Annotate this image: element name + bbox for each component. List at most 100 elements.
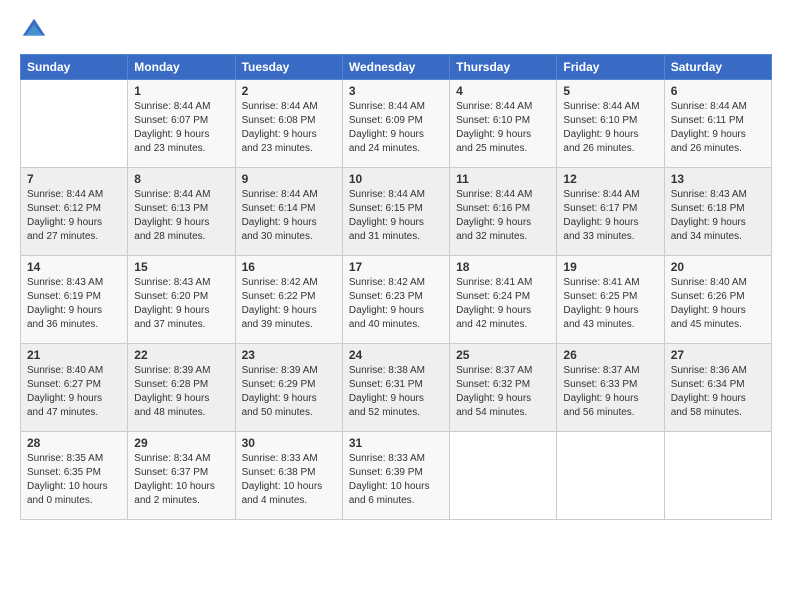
weekday-header-friday: Friday bbox=[557, 55, 664, 80]
weekday-row: SundayMondayTuesdayWednesdayThursdayFrid… bbox=[21, 55, 772, 80]
calendar-table: SundayMondayTuesdayWednesdayThursdayFrid… bbox=[20, 54, 772, 520]
calendar-cell: 31 Sunrise: 8:33 AMSunset: 6:39 PMDayligh… bbox=[342, 432, 449, 520]
day-info: Sunrise: 8:44 AMSunset: 6:13 PMDaylight:… bbox=[134, 188, 228, 244]
calendar-cell: 14 Sunrise: 8:43 AMSunset: 6:19 PMDayligh… bbox=[21, 256, 128, 344]
day-info: Sunrise: 8:41 AMSunset: 6:24 PMDaylight:… bbox=[456, 276, 550, 332]
day-number: 31 bbox=[349, 436, 443, 450]
day-info: Sunrise: 8:42 AMSunset: 6:23 PMDaylight:… bbox=[349, 276, 443, 332]
day-info: Sunrise: 8:33 AMSunset: 6:38 PMDaylight:… bbox=[242, 452, 336, 508]
day-info: Sunrise: 8:44 AMSunset: 6:16 PMDaylight:… bbox=[456, 188, 550, 244]
day-number: 15 bbox=[134, 260, 228, 274]
day-number: 22 bbox=[134, 348, 228, 362]
calendar-body: 1Sunrise: 8:44 AMSunset: 6:07 PMDaylight… bbox=[21, 80, 772, 520]
day-number: 10 bbox=[349, 172, 443, 186]
day-info: Sunrise: 8:44 AMSunset: 6:10 PMDaylight:… bbox=[563, 100, 657, 156]
calendar-cell: 10 Sunrise: 8:44 AMSunset: 6:15 PMDayligh… bbox=[342, 168, 449, 256]
day-number: 25 bbox=[456, 348, 550, 362]
day-number: 3 bbox=[349, 84, 443, 98]
day-info: Sunrise: 8:44 AMSunset: 6:14 PMDaylight:… bbox=[242, 188, 336, 244]
calendar-cell bbox=[21, 80, 128, 168]
day-number: 12 bbox=[563, 172, 657, 186]
calendar-cell: 6Sunrise: 8:44 AMSunset: 6:11 PMDaylight… bbox=[664, 80, 771, 168]
calendar-cell: 28 Sunrise: 8:35 AMSunset: 6:35 PMDayligh… bbox=[21, 432, 128, 520]
day-number: 28 bbox=[27, 436, 121, 450]
day-info: Sunrise: 8:43 AMSunset: 6:19 PMDaylight:… bbox=[27, 276, 121, 332]
day-number: 19 bbox=[563, 260, 657, 274]
day-number: 1 bbox=[134, 84, 228, 98]
day-info: Sunrise: 8:44 AMSunset: 6:11 PMDaylight:… bbox=[671, 100, 765, 156]
logo bbox=[20, 16, 50, 44]
calendar-cell: 12 Sunrise: 8:44 AMSunset: 6:17 PMDayligh… bbox=[557, 168, 664, 256]
weekday-header-thursday: Thursday bbox=[450, 55, 557, 80]
weekday-header-tuesday: Tuesday bbox=[235, 55, 342, 80]
day-number: 4 bbox=[456, 84, 550, 98]
day-number: 13 bbox=[671, 172, 765, 186]
day-info: Sunrise: 8:44 AMSunset: 6:12 PMDaylight:… bbox=[27, 188, 121, 244]
day-number: 30 bbox=[242, 436, 336, 450]
day-number: 29 bbox=[134, 436, 228, 450]
calendar-cell: 27 Sunrise: 8:36 AMSunset: 6:34 PMDayligh… bbox=[664, 344, 771, 432]
day-info: Sunrise: 8:39 AMSunset: 6:29 PMDaylight:… bbox=[242, 364, 336, 420]
calendar-cell: 21Sunrise: 8:40 AMSunset: 6:27 PMDayligh… bbox=[21, 344, 128, 432]
calendar-cell: 17 Sunrise: 8:42 AMSunset: 6:23 PMDayligh… bbox=[342, 256, 449, 344]
calendar-cell: 16 Sunrise: 8:42 AMSunset: 6:22 PMDayligh… bbox=[235, 256, 342, 344]
day-info: Sunrise: 8:44 AMSunset: 6:09 PMDaylight:… bbox=[349, 100, 443, 156]
calendar-week-row: 28 Sunrise: 8:35 AMSunset: 6:35 PMDayligh… bbox=[21, 432, 772, 520]
day-number: 5 bbox=[563, 84, 657, 98]
weekday-header-monday: Monday bbox=[128, 55, 235, 80]
day-number: 18 bbox=[456, 260, 550, 274]
day-info: Sunrise: 8:38 AMSunset: 6:31 PMDaylight:… bbox=[349, 364, 443, 420]
weekday-header-wednesday: Wednesday bbox=[342, 55, 449, 80]
day-info: Sunrise: 8:36 AMSunset: 6:34 PMDaylight:… bbox=[671, 364, 765, 420]
calendar-week-row: 1Sunrise: 8:44 AMSunset: 6:07 PMDaylight… bbox=[21, 80, 772, 168]
day-info: Sunrise: 8:44 AMSunset: 6:08 PMDaylight:… bbox=[242, 100, 336, 156]
calendar-cell: 5 Sunrise: 8:44 AMSunset: 6:10 PMDaylight… bbox=[557, 80, 664, 168]
day-info: Sunrise: 8:41 AMSunset: 6:25 PMDaylight:… bbox=[563, 276, 657, 332]
calendar-cell: 19 Sunrise: 8:41 AMSunset: 6:25 PMDayligh… bbox=[557, 256, 664, 344]
calendar-week-row: 14 Sunrise: 8:43 AMSunset: 6:19 PMDayligh… bbox=[21, 256, 772, 344]
calendar-cell: 30 Sunrise: 8:33 AMSunset: 6:38 PMDayligh… bbox=[235, 432, 342, 520]
day-number: 8 bbox=[134, 172, 228, 186]
day-number: 11 bbox=[456, 172, 550, 186]
day-number: 23 bbox=[242, 348, 336, 362]
day-info: Sunrise: 8:44 AMSunset: 6:15 PMDaylight:… bbox=[349, 188, 443, 244]
day-info: Sunrise: 8:43 AMSunset: 6:20 PMDaylight:… bbox=[134, 276, 228, 332]
day-info: Sunrise: 8:44 AMSunset: 6:17 PMDaylight:… bbox=[563, 188, 657, 244]
day-number: 14 bbox=[27, 260, 121, 274]
day-info: Sunrise: 8:37 AMSunset: 6:32 PMDaylight:… bbox=[456, 364, 550, 420]
weekday-header-sunday: Sunday bbox=[21, 55, 128, 80]
calendar-cell: 1Sunrise: 8:44 AMSunset: 6:07 PMDaylight… bbox=[128, 80, 235, 168]
day-info: Sunrise: 8:35 AMSunset: 6:35 PMDaylight:… bbox=[27, 452, 121, 508]
calendar-cell: 3 Sunrise: 8:44 AMSunset: 6:09 PMDaylight… bbox=[342, 80, 449, 168]
calendar-cell: 22 Sunrise: 8:39 AMSunset: 6:28 PMDayligh… bbox=[128, 344, 235, 432]
calendar-cell: 15 Sunrise: 8:43 AMSunset: 6:20 PMDayligh… bbox=[128, 256, 235, 344]
calendar-cell bbox=[450, 432, 557, 520]
calendar-cell: 8 Sunrise: 8:44 AMSunset: 6:13 PMDaylight… bbox=[128, 168, 235, 256]
day-info: Sunrise: 8:39 AMSunset: 6:28 PMDaylight:… bbox=[134, 364, 228, 420]
logo-icon bbox=[20, 16, 48, 44]
day-info: Sunrise: 8:40 AMSunset: 6:27 PMDaylight:… bbox=[27, 364, 121, 420]
day-number: 26 bbox=[563, 348, 657, 362]
calendar-cell: 24 Sunrise: 8:38 AMSunset: 6:31 PMDayligh… bbox=[342, 344, 449, 432]
day-number: 2 bbox=[242, 84, 336, 98]
day-number: 20 bbox=[671, 260, 765, 274]
calendar-cell: 29 Sunrise: 8:34 AMSunset: 6:37 PMDayligh… bbox=[128, 432, 235, 520]
calendar-week-row: 21Sunrise: 8:40 AMSunset: 6:27 PMDayligh… bbox=[21, 344, 772, 432]
calendar-cell: 4Sunrise: 8:44 AMSunset: 6:10 PMDaylight… bbox=[450, 80, 557, 168]
day-number: 24 bbox=[349, 348, 443, 362]
day-info: Sunrise: 8:33 AMSunset: 6:39 PMDaylight:… bbox=[349, 452, 443, 508]
day-number: 17 bbox=[349, 260, 443, 274]
day-info: Sunrise: 8:34 AMSunset: 6:37 PMDaylight:… bbox=[134, 452, 228, 508]
calendar-cell: 26Sunrise: 8:37 AMSunset: 6:33 PMDayligh… bbox=[557, 344, 664, 432]
calendar-cell: 2 Sunrise: 8:44 AMSunset: 6:08 PMDaylight… bbox=[235, 80, 342, 168]
calendar-cell: 13Sunrise: 8:43 AMSunset: 6:18 PMDayligh… bbox=[664, 168, 771, 256]
day-number: 27 bbox=[671, 348, 765, 362]
day-number: 16 bbox=[242, 260, 336, 274]
calendar-cell: 18 Sunrise: 8:41 AMSunset: 6:24 PMDayligh… bbox=[450, 256, 557, 344]
calendar-week-row: 7Sunrise: 8:44 AMSunset: 6:12 PMDaylight… bbox=[21, 168, 772, 256]
calendar-cell: 11 Sunrise: 8:44 AMSunset: 6:16 PMDayligh… bbox=[450, 168, 557, 256]
page-header bbox=[20, 16, 772, 44]
calendar-cell: 23 Sunrise: 8:39 AMSunset: 6:29 PMDayligh… bbox=[235, 344, 342, 432]
calendar-cell: 25 Sunrise: 8:37 AMSunset: 6:32 PMDayligh… bbox=[450, 344, 557, 432]
day-info: Sunrise: 8:42 AMSunset: 6:22 PMDaylight:… bbox=[242, 276, 336, 332]
